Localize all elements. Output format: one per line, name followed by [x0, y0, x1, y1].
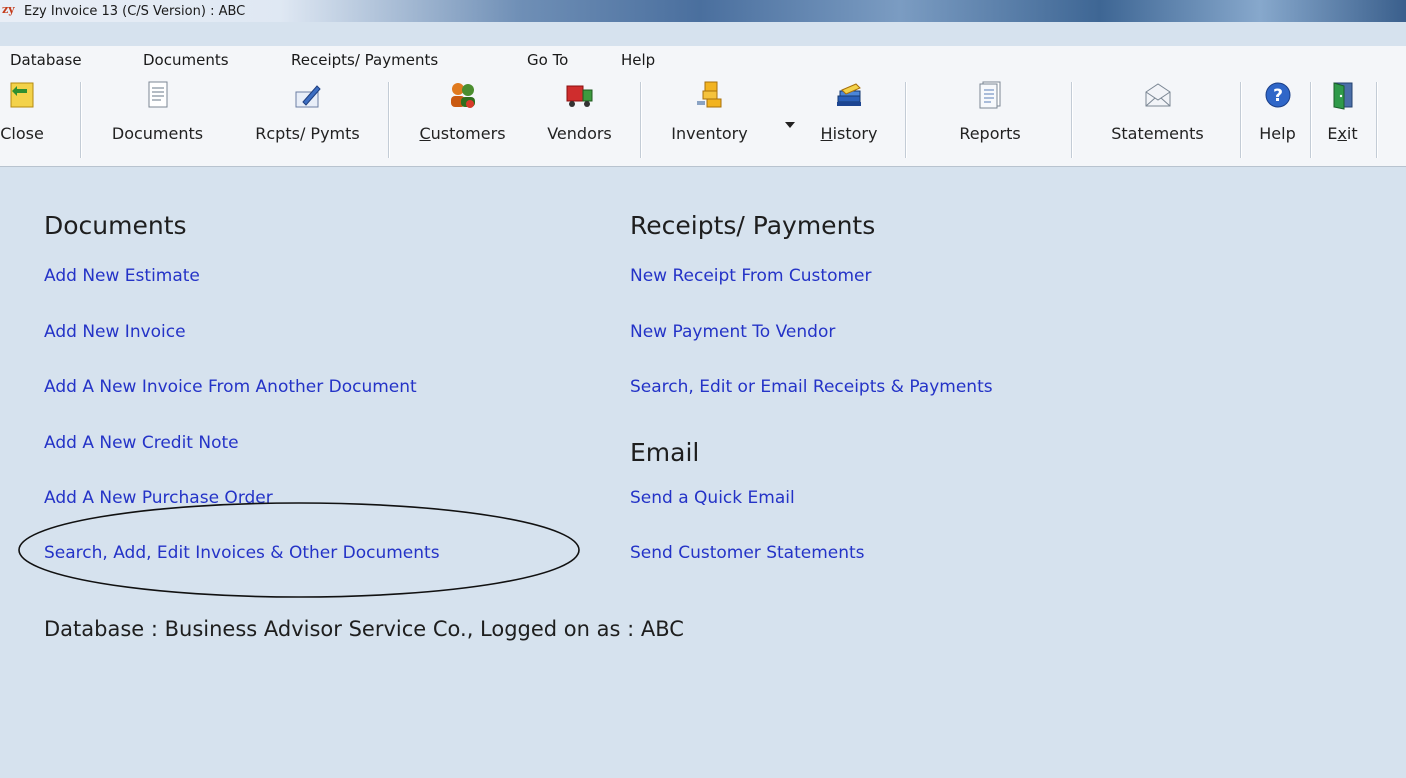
pen-paper-icon: [295, 85, 321, 108]
app-logo-text: zy: [2, 3, 15, 16]
help-button[interactable]: ? Help: [1250, 76, 1305, 162]
exit-label-start: E: [1327, 124, 1338, 143]
customers-button[interactable]: Customers: [405, 76, 520, 162]
toolbar-separator: [1376, 82, 1377, 158]
menu-documents[interactable]: Documents: [143, 51, 229, 69]
help-icon: ?: [1265, 82, 1290, 108]
exit-mnemonic: x: [1337, 124, 1347, 143]
search-edit-email-receipts-link[interactable]: Search, Edit or Email Receipts & Payment…: [630, 377, 993, 397]
menu-help[interactable]: Help: [621, 51, 655, 69]
search-edit-documents-link[interactable]: Search, Add, Edit Invoices & Other Docum…: [44, 543, 440, 563]
customers-label-rest: ustomers: [430, 124, 506, 143]
add-new-estimate-link[interactable]: Add New Estimate: [44, 266, 200, 286]
toolbar-separator: [388, 82, 389, 158]
close-label: Close: [0, 124, 44, 143]
documents-heading: Documents: [44, 211, 187, 240]
new-payment-to-vendor-link[interactable]: New Payment To Vendor: [630, 322, 835, 342]
toolbar-separator: [640, 82, 641, 158]
truck-icon: [566, 85, 592, 107]
send-quick-email-link[interactable]: Send a Quick Email: [630, 488, 795, 508]
receipts-payments-label: Rcpts/ Pymts: [255, 124, 360, 143]
exit-label: Exit: [1327, 124, 1357, 143]
vendors-button[interactable]: Vendors: [532, 76, 627, 162]
documents-label: Documents: [111, 124, 204, 143]
inventory-label: Inventory: [671, 124, 748, 143]
exit-door-icon: [1333, 82, 1352, 110]
help-label: Help: [1259, 124, 1296, 143]
new-receipt-from-customer-link[interactable]: New Receipt From Customer: [630, 266, 871, 286]
customers-label: Customers: [419, 124, 505, 143]
statements-button[interactable]: Statements: [1090, 76, 1225, 162]
vendors-label: Vendors: [547, 124, 612, 143]
inventory-boxes-icon: [696, 81, 721, 108]
menu-go-to[interactable]: Go To: [527, 51, 568, 69]
svg-text:?: ?: [1273, 86, 1283, 106]
customers-mnemonic: C: [419, 124, 431, 143]
inventory-dropdown-arrow-icon[interactable]: [785, 122, 795, 128]
exit-label-rest: it: [1346, 124, 1358, 143]
email-heading: Email: [630, 438, 700, 467]
history-label-rest: istory: [832, 124, 878, 143]
menu-database[interactable]: Database: [10, 51, 82, 69]
add-credit-note-link[interactable]: Add A New Credit Note: [44, 433, 239, 453]
history-label: History: [821, 124, 878, 143]
document-icon: [148, 81, 167, 108]
report-icon: [979, 81, 1001, 109]
status-line: Database : Business Advisor Service Co.,…: [44, 617, 684, 641]
receipts-payments-button[interactable]: Rcpts/ Pymts: [235, 76, 380, 162]
inventory-button[interactable]: Inventory: [652, 76, 767, 162]
send-customer-statements-link[interactable]: Send Customer Statements: [630, 543, 865, 563]
envelope-icon: [1145, 83, 1170, 107]
history-books-icon: [837, 83, 861, 106]
history-button[interactable]: History: [808, 76, 890, 162]
history-mnemonic: H: [820, 124, 833, 143]
toolbar-separator: [80, 82, 81, 158]
reports-label: Reports: [959, 124, 1021, 143]
toolbar-separator: [1071, 82, 1072, 158]
receipts-payments-heading: Receipts/ Payments: [630, 211, 876, 240]
menu-receipts-payments[interactable]: Receipts/ Payments: [291, 51, 438, 69]
toolbar-separator: [1310, 82, 1311, 158]
window-title: Ezy Invoice 13 (C/S Version) : ABC: [24, 3, 246, 19]
documents-button[interactable]: Documents: [95, 76, 220, 162]
app-logo-icon: zy: [2, 3, 16, 18]
add-purchase-order-link[interactable]: Add A New Purchase Order: [44, 488, 273, 508]
customers-icon: [450, 83, 475, 108]
toolbar: Close Documents Rcpts/ Pymts Customers V…: [0, 74, 1406, 167]
toolbar-separator: [905, 82, 906, 158]
reports-button[interactable]: Reports: [935, 76, 1045, 162]
add-new-invoice-link[interactable]: Add New Invoice: [44, 322, 186, 342]
menu-bar: Database Documents Receipts/ Payments Go…: [0, 46, 1406, 75]
exit-button[interactable]: Exit: [1320, 76, 1365, 162]
close-button[interactable]: Close: [0, 76, 44, 162]
toolbar-separator: [1240, 82, 1241, 158]
close-icon: [10, 82, 34, 108]
statements-label: Statements: [1111, 124, 1204, 143]
title-bar: zy Ezy Invoice 13 (C/S Version) : ABC: [0, 0, 1406, 22]
add-invoice-from-document-link[interactable]: Add A New Invoice From Another Document: [44, 377, 417, 397]
